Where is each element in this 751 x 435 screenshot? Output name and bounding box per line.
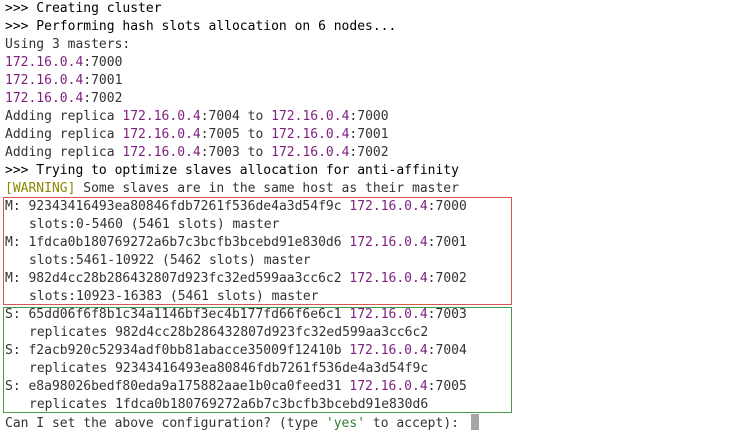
- replica-line: Adding replica 172.16.0.4:7004 to 172.16…: [5, 108, 745, 126]
- port: :7003: [200, 145, 240, 160]
- replica-text: to: [239, 127, 272, 142]
- replica-text: Adding replica: [5, 127, 123, 142]
- warning-text: Some slaves are in the same host as thei…: [75, 181, 459, 196]
- replica-text: Adding replica: [5, 145, 123, 160]
- warning-line: [WARNING] Some slaves are in the same ho…: [5, 180, 745, 198]
- output-line: >>> Performing hash slots allocation on …: [5, 19, 397, 34]
- port: :7005: [200, 127, 240, 142]
- prompt-text: Can I set the above configuration? (type: [5, 416, 326, 431]
- replica-text: to: [239, 145, 272, 160]
- port: :7004: [200, 109, 240, 124]
- replica-text: Adding replica: [5, 109, 123, 124]
- ip-address: 172.16.0.4: [271, 109, 350, 124]
- ip-address: 172.16.0.4: [271, 145, 350, 160]
- slaves-highlight-box: [3, 307, 512, 413]
- port: :7002: [83, 91, 123, 106]
- replica-text: to: [239, 109, 272, 124]
- port: :7000: [83, 55, 123, 70]
- master-address-line: 172.16.0.4:7000: [5, 54, 745, 72]
- confirm-prompt[interactable]: Can I set the above configuration? (type…: [5, 414, 745, 432]
- ip-address: 172.16.0.4: [122, 145, 201, 160]
- ip-address: 172.16.0.4: [122, 127, 201, 142]
- text-cursor[interactable]: [470, 414, 479, 430]
- masters-highlight-box: [3, 197, 512, 305]
- ip-address: 172.16.0.4: [5, 55, 84, 70]
- prompt-text: to accept):: [365, 416, 467, 431]
- output-line: Using 3 masters:: [5, 37, 131, 52]
- ip-address: 172.16.0.4: [5, 73, 84, 88]
- replica-line: Adding replica 172.16.0.4:7003 to 172.16…: [5, 144, 745, 162]
- port: :7001: [83, 73, 123, 88]
- port: :7002: [349, 145, 389, 160]
- port: :7001: [349, 127, 389, 142]
- output-line: >>> Creating cluster: [5, 1, 162, 16]
- master-address-line: 172.16.0.4:7001: [5, 72, 745, 90]
- replica-line: Adding replica 172.16.0.4:7005 to 172.16…: [5, 126, 745, 144]
- ip-address: 172.16.0.4: [122, 109, 201, 124]
- warning-tag: [WARNING]: [5, 181, 76, 196]
- prompt-yes: 'yes': [325, 416, 366, 431]
- port: :7000: [349, 109, 389, 124]
- master-address-line: 172.16.0.4:7002: [5, 90, 745, 108]
- ip-address: 172.16.0.4: [271, 127, 350, 142]
- output-line: >>> Trying to optimize slaves allocation…: [5, 163, 459, 178]
- ip-address: 172.16.0.4: [5, 91, 84, 106]
